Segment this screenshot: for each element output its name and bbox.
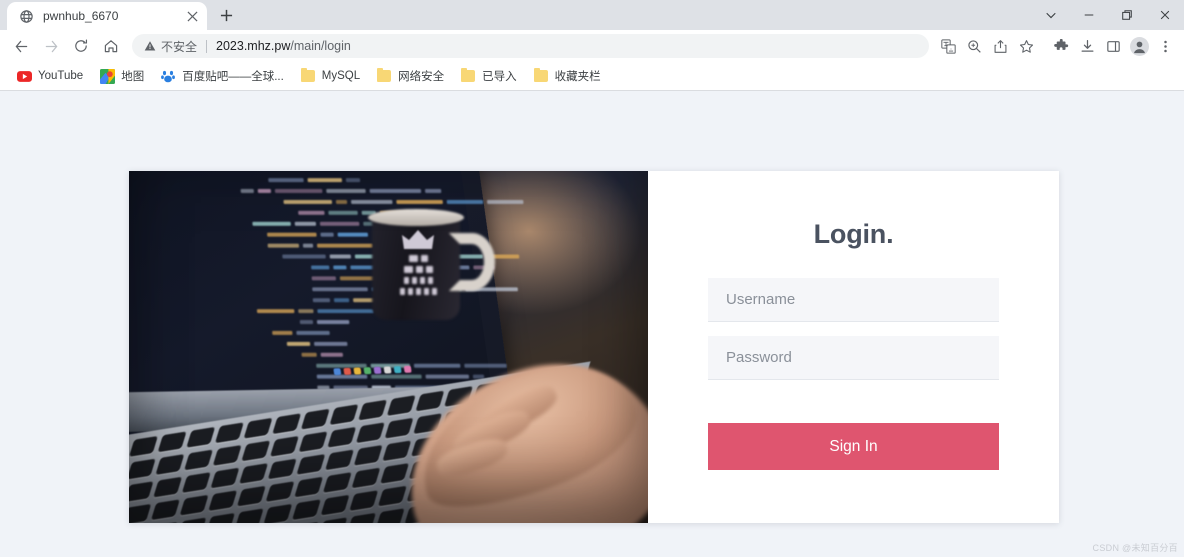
page-viewport: Login. Sign In CSDN @未知百分百	[0, 92, 1184, 557]
reload-icon[interactable]	[66, 31, 96, 61]
zoom-icon[interactable]	[961, 33, 987, 59]
login-form: Login. Sign In	[648, 171, 1059, 523]
browser-tab[interactable]: pwnhub_6670	[7, 2, 207, 30]
side-panel-icon[interactable]	[1100, 33, 1126, 59]
google-maps-icon	[99, 68, 115, 84]
back-arrow-icon[interactable]	[6, 31, 36, 61]
bookmark-star-icon[interactable]	[1013, 33, 1039, 59]
bookmark-label: 地图	[121, 71, 145, 83]
mug-text	[389, 255, 447, 299]
translate-icon[interactable]	[935, 33, 961, 59]
bookmark-youtube[interactable]: YouTube	[9, 65, 90, 87]
bookmark-folder-network-security[interactable]: 网络安全	[369, 65, 451, 87]
window-controls	[1032, 0, 1184, 30]
folder-icon	[376, 68, 392, 84]
baidu-tieba-icon	[160, 68, 176, 84]
toolbar-actions	[935, 33, 1178, 59]
youtube-icon	[16, 68, 32, 84]
tab-strip: pwnhub_6670	[0, 0, 1184, 30]
bookmark-folder-mysql[interactable]: MySQL	[293, 65, 367, 87]
bookmark-label: YouTube	[38, 70, 84, 82]
omnibox-divider	[206, 39, 208, 53]
watermark: CSDN @未知百分百	[1092, 543, 1178, 553]
close-icon[interactable]	[184, 8, 200, 24]
folder-icon	[300, 68, 316, 84]
bookmark-folder-imported[interactable]: 已导入	[453, 65, 524, 87]
profile-avatar-icon[interactable]	[1126, 33, 1152, 59]
minimize-icon[interactable]	[1070, 0, 1108, 30]
folder-icon	[460, 68, 476, 84]
tab-title: pwnhub_6670	[43, 9, 119, 23]
bookmark-label: 网络安全	[398, 71, 445, 83]
security-indicator[interactable]: 不安全	[144, 38, 197, 55]
bookmark-baidu-tieba[interactable]: 百度贴吧——全球...	[153, 65, 291, 87]
extensions-puzzle-icon[interactable]	[1048, 33, 1074, 59]
username-input[interactable]	[708, 278, 999, 322]
password-input[interactable]	[708, 336, 999, 380]
url-path: /main/login	[290, 39, 351, 53]
tab-search-icon[interactable]	[1032, 0, 1070, 30]
new-tab-button[interactable]	[212, 1, 240, 29]
folder-icon	[533, 68, 549, 84]
more-menu-icon[interactable]	[1152, 33, 1178, 59]
maximize-icon[interactable]	[1108, 0, 1146, 30]
forward-arrow-icon[interactable]	[36, 31, 66, 61]
browser-toolbar: 不安全 2023.mhz.pw/main/login	[0, 30, 1184, 62]
bookmark-label: MySQL	[321, 70, 361, 82]
page-title: Login.	[813, 219, 894, 249]
bookmark-maps[interactable]: 地图	[92, 65, 151, 87]
laptop-photo	[129, 171, 648, 523]
close-icon[interactable]	[1146, 0, 1184, 30]
bookmarks-bar: YouTube 地图 百度贴吧——全球... MySQL 网络安全 已导入 收藏…	[0, 62, 1184, 91]
security-label: 不安全	[161, 39, 198, 54]
home-icon[interactable]	[96, 31, 126, 61]
warning-triangle-icon	[144, 40, 156, 52]
bookmark-label: 已导入	[482, 71, 517, 83]
share-icon[interactable]	[987, 33, 1013, 59]
url-domain: 2023.mhz.pw	[216, 39, 291, 53]
address-bar[interactable]: 不安全 2023.mhz.pw/main/login	[132, 34, 929, 58]
globe-icon	[18, 8, 34, 24]
login-card: Login. Sign In	[129, 171, 1059, 523]
url-text: 2023.mhz.pw/main/login	[216, 39, 351, 53]
bookmark-folder-bookmarks-bar[interactable]: 收藏夹栏	[526, 65, 608, 87]
browser-window: pwnhub_6670 不安全 2023.mhz.pw/main/login Y…	[0, 0, 1184, 557]
sign-in-button[interactable]: Sign In	[708, 423, 999, 470]
bookmark-label: 收藏夹栏	[554, 71, 601, 83]
crown-icon	[401, 229, 435, 251]
downloads-icon[interactable]	[1074, 33, 1100, 59]
bookmark-label: 百度贴吧——全球...	[182, 71, 284, 83]
